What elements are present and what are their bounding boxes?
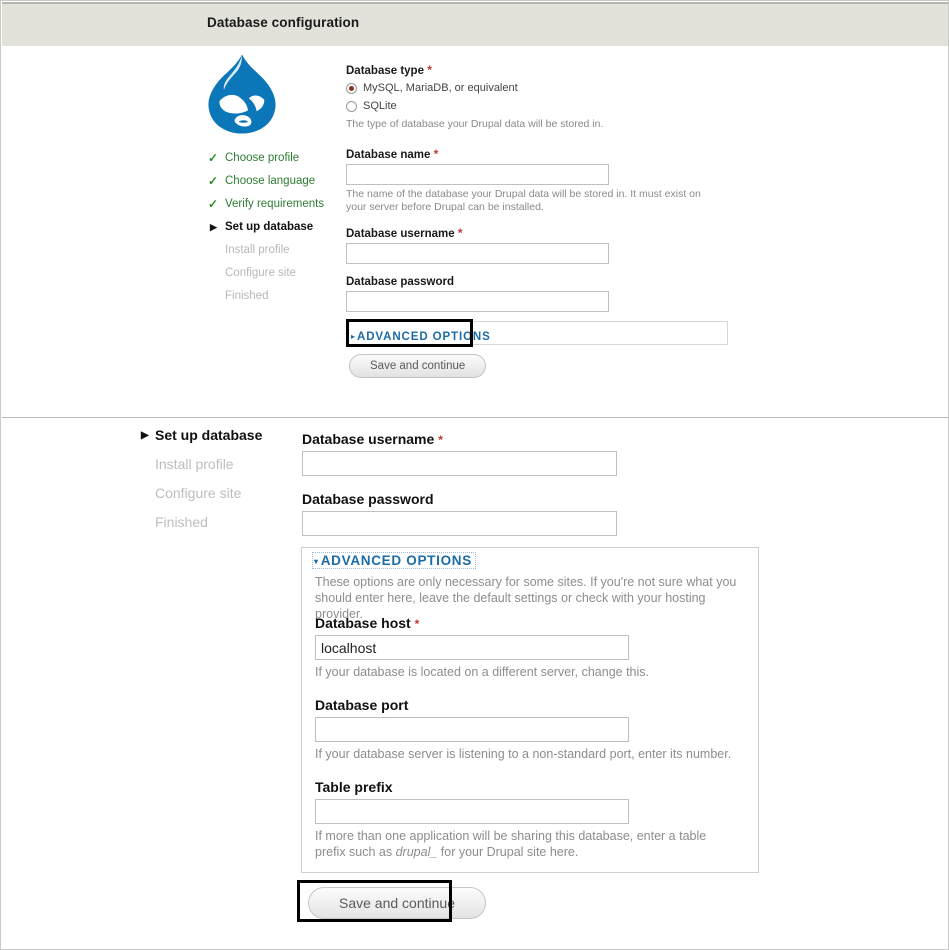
database-type-help: The type of database your Drupal data wi… bbox=[346, 118, 604, 130]
table-prefix-input[interactable] bbox=[315, 799, 629, 824]
database-port-help: If your database server is listening to … bbox=[315, 747, 732, 761]
page-header-band bbox=[2, 2, 948, 46]
drupal-droplet-logo bbox=[199, 51, 285, 137]
triangle-right-icon: ▸ bbox=[351, 332, 356, 341]
sidebar-step-install-profile: Install profile bbox=[208, 239, 338, 262]
database-username-group-top: Database username * bbox=[346, 226, 711, 264]
sidebar-step-choose-profile[interactable]: ✓ Choose profile bbox=[208, 147, 338, 170]
step-label: Choose language bbox=[225, 175, 316, 187]
database-name-group: Database name * The name of the database… bbox=[346, 147, 711, 214]
database-password-label-zoom: Database password bbox=[302, 491, 434, 507]
table-prefix-help: If more than one application will be sha… bbox=[315, 828, 735, 860]
installer-page: Database configuration ✓ Choose profile … bbox=[0, 0, 949, 950]
database-type-group: Database type * MySQL, MariaDB, or equiv… bbox=[346, 63, 726, 131]
save-and-continue-button-top[interactable]: Save and continue bbox=[349, 354, 487, 378]
database-port-input[interactable] bbox=[315, 717, 629, 742]
database-type-label: Database type * bbox=[346, 63, 432, 77]
database-password-input[interactable] bbox=[346, 291, 609, 312]
sidebar-step-set-up-database-zoom[interactable]: ▶ Set up database bbox=[141, 421, 291, 450]
radio-icon-unselected[interactable] bbox=[346, 100, 357, 112]
advanced-options-toggle-top[interactable]: ▸ ADVANCED OPTIONS bbox=[351, 327, 491, 345]
radio-option-mysql[interactable]: MySQL, MariaDB, or equivalent bbox=[346, 80, 726, 96]
install-steps-bottom: ▶ Set up database Install profile Config… bbox=[141, 421, 291, 537]
step-label: Install profile bbox=[225, 244, 290, 256]
sidebar-step-finished: Finished bbox=[208, 285, 338, 308]
required-marker: * bbox=[433, 147, 439, 161]
database-username-group-bottom: Database username * bbox=[302, 431, 632, 476]
advanced-options-toggle-bottom[interactable]: ▾ ADVANCED OPTIONS bbox=[312, 552, 476, 569]
required-marker: * bbox=[427, 63, 432, 77]
sidebar-step-finished-zoom: Finished bbox=[141, 508, 291, 537]
table-prefix-group: Table prefix If more than one applicatio… bbox=[315, 779, 735, 860]
database-host-input[interactable] bbox=[315, 635, 629, 660]
radio-label: SQLite bbox=[363, 100, 397, 112]
radio-icon-selected[interactable] bbox=[346, 82, 357, 94]
database-port-group: Database port If your database server is… bbox=[315, 697, 735, 762]
panel-divider bbox=[2, 417, 948, 418]
table-prefix-help-example: drupal_ bbox=[395, 845, 438, 859]
table-prefix-label: Table prefix bbox=[315, 779, 393, 795]
triangle-down-icon: ▾ bbox=[314, 557, 319, 566]
required-marker: * bbox=[414, 617, 420, 631]
sidebar-step-choose-language[interactable]: ✓ Choose language bbox=[208, 170, 338, 193]
drupal-droplet-icon bbox=[208, 54, 276, 134]
radio-option-sqlite[interactable]: SQLite bbox=[346, 98, 726, 114]
page-title: Database configuration bbox=[207, 15, 360, 30]
advanced-options-legend: ADVANCED OPTIONS bbox=[357, 331, 491, 343]
database-host-label: Database host * bbox=[315, 615, 420, 631]
triangle-right-icon: ▶ bbox=[210, 222, 217, 232]
step-label: Set up database bbox=[225, 221, 314, 233]
step-label: Finished bbox=[155, 514, 208, 530]
check-icon: ✓ bbox=[208, 151, 219, 165]
step-label: Set up database bbox=[155, 427, 263, 443]
database-host-help: If your database is located on a differe… bbox=[315, 665, 650, 679]
step-label: Choose profile bbox=[225, 152, 300, 164]
database-port-label: Database port bbox=[315, 697, 409, 713]
database-name-help: The name of the database your Drupal dat… bbox=[346, 188, 701, 213]
database-username-label: Database username * bbox=[346, 226, 463, 240]
database-password-group-bottom: Database password bbox=[302, 491, 632, 536]
sidebar-step-configure-site: Configure site bbox=[208, 262, 338, 285]
save-and-continue-button-bottom[interactable]: Save and continue bbox=[308, 887, 486, 919]
step-label: Finished bbox=[225, 290, 269, 302]
database-username-input[interactable] bbox=[346, 243, 609, 264]
sidebar-step-set-up-database[interactable]: ▶ Set up database bbox=[208, 216, 338, 239]
database-username-input-zoom[interactable] bbox=[302, 451, 617, 476]
advanced-options-legend-expanded: ADVANCED OPTIONS bbox=[320, 553, 472, 568]
database-host-group: Database host * If your database is loca… bbox=[315, 615, 735, 680]
database-name-input[interactable] bbox=[346, 164, 609, 185]
required-marker: * bbox=[457, 226, 463, 240]
database-password-label: Database password bbox=[346, 276, 455, 288]
install-steps-top: ✓ Choose profile ✓ Choose language ✓ Ver… bbox=[208, 147, 338, 308]
triangle-right-icon: ▶ bbox=[141, 430, 149, 441]
step-label: Install profile bbox=[155, 456, 234, 472]
database-password-group-top: Database password bbox=[346, 276, 711, 312]
check-icon: ✓ bbox=[208, 174, 219, 188]
step-label: Configure site bbox=[225, 267, 296, 279]
step-label: Configure site bbox=[155, 485, 242, 501]
database-password-input-zoom[interactable] bbox=[302, 511, 617, 536]
database-username-label-zoom: Database username * bbox=[302, 431, 443, 447]
radio-label: MySQL, MariaDB, or equivalent bbox=[363, 82, 518, 94]
table-prefix-help-after: for your Drupal site here. bbox=[437, 845, 579, 859]
sidebar-step-verify-requirements[interactable]: ✓ Verify requirements bbox=[208, 193, 338, 216]
check-icon: ✓ bbox=[208, 197, 219, 211]
database-name-label: Database name * bbox=[346, 147, 439, 161]
step-label: Verify requirements bbox=[225, 198, 325, 210]
sidebar-step-install-profile-zoom: Install profile bbox=[141, 450, 291, 479]
sidebar-step-configure-site-zoom: Configure site bbox=[141, 479, 291, 508]
required-marker: * bbox=[438, 433, 443, 447]
